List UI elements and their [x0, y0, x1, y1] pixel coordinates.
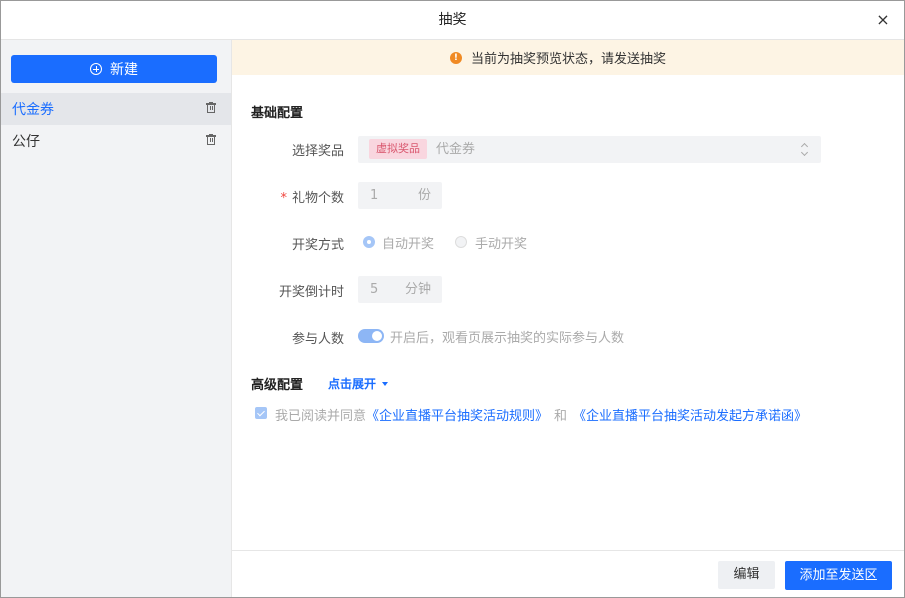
basic-config-title: 基础配置	[251, 106, 304, 121]
expand-link-label: 点击展开	[328, 377, 377, 391]
gift-count-label-text: 礼物个数	[291, 191, 344, 206]
plus-circle-icon	[90, 63, 102, 75]
dialog-title: 抽奖	[438, 12, 467, 28]
required-mark: *	[280, 191, 287, 206]
agreement-conj: 和	[554, 409, 568, 424]
sidebar-item-voucher[interactable]: 代金券	[1, 93, 231, 125]
lottery-dialog: 抽奖 × 新建 代金券 公仔 ! 当前为抽奖预览状态，请发送抽奖 基础配置 选择…	[0, 0, 905, 598]
edit-button[interactable]: 编辑	[718, 561, 775, 589]
draw-mode-label: 开奖方式	[291, 238, 344, 253]
warning-icon: !	[449, 51, 462, 64]
gift-count-unit: 份	[417, 188, 431, 203]
close-icon[interactable]: ×	[874, 11, 892, 29]
manual-draw-radio[interactable]	[455, 236, 467, 248]
sidebar-item-label: 公仔	[12, 134, 40, 150]
agreement-text: 我已阅读并同意《企业直播平台抽奖活动规则》和《企业直播平台抽奖活动发起方承诺函》	[275, 405, 807, 424]
agreement-checkbox[interactable]	[255, 407, 267, 419]
countdown-input[interactable]: 5 分钟	[358, 276, 442, 303]
prize-type-tag: 虚拟奖品	[369, 139, 427, 159]
new-button[interactable]: 新建	[11, 55, 217, 83]
preview-banner: ! 当前为抽奖预览状态，请发送抽奖	[232, 40, 904, 75]
gift-count-label: * 礼物个数	[232, 187, 344, 206]
auto-draw-radio[interactable]	[363, 236, 375, 248]
caret-down-icon	[382, 382, 389, 386]
select-arrows-icon	[801, 143, 809, 157]
sidebar-item-doll[interactable]: 公仔	[1, 125, 231, 157]
rule-link[interactable]: 《企业直播平台抽奖活动规则》	[366, 409, 548, 424]
dialog-footer: 编辑 添加至发送区	[232, 550, 904, 598]
prize-sidebar: 新建 代金券 公仔	[1, 40, 232, 597]
trash-icon[interactable]	[206, 101, 216, 114]
gift-count-input[interactable]: 1 份	[358, 182, 442, 209]
auto-draw-label: 自动开奖	[382, 237, 435, 252]
participants-hint: 开启后，观看页展示抽奖的实际参与人数	[390, 331, 625, 346]
banner-text: 当前为抽奖预览状态，请发送抽奖	[470, 52, 666, 67]
manual-draw-label: 手动开奖	[475, 237, 528, 252]
participants-toggle[interactable]	[358, 329, 384, 343]
prize-select-value: 代金券	[436, 142, 476, 157]
expand-link[interactable]: 点击展开	[328, 375, 389, 392]
trash-icon[interactable]	[206, 133, 216, 146]
prize-label: 选择奖品	[291, 144, 344, 159]
countdown-label: 开奖倒计时	[278, 285, 344, 300]
dialog-titlebar: 抽奖 ×	[1, 1, 904, 40]
countdown-unit: 分钟	[404, 282, 431, 297]
main-panel: ! 当前为抽奖预览状态，请发送抽奖 基础配置 选择奖品 虚拟奖品 代金券 * 礼物…	[232, 40, 904, 597]
advanced-config-title: 高级配置	[251, 378, 304, 393]
sidebar-item-label: 代金券	[12, 102, 54, 118]
gift-count-value: 1	[370, 188, 379, 203]
new-button-label: 新建	[110, 62, 138, 78]
participants-label: 参与人数	[291, 332, 344, 347]
promise-link[interactable]: 《企业直播平台抽奖活动发起方承诺函》	[573, 409, 807, 424]
prize-select[interactable]: 虚拟奖品 代金券	[358, 136, 821, 163]
agreement-prefix: 我已阅读并同意	[275, 409, 367, 424]
add-to-send-button[interactable]: 添加至发送区	[785, 561, 892, 590]
countdown-value: 5	[370, 282, 379, 297]
